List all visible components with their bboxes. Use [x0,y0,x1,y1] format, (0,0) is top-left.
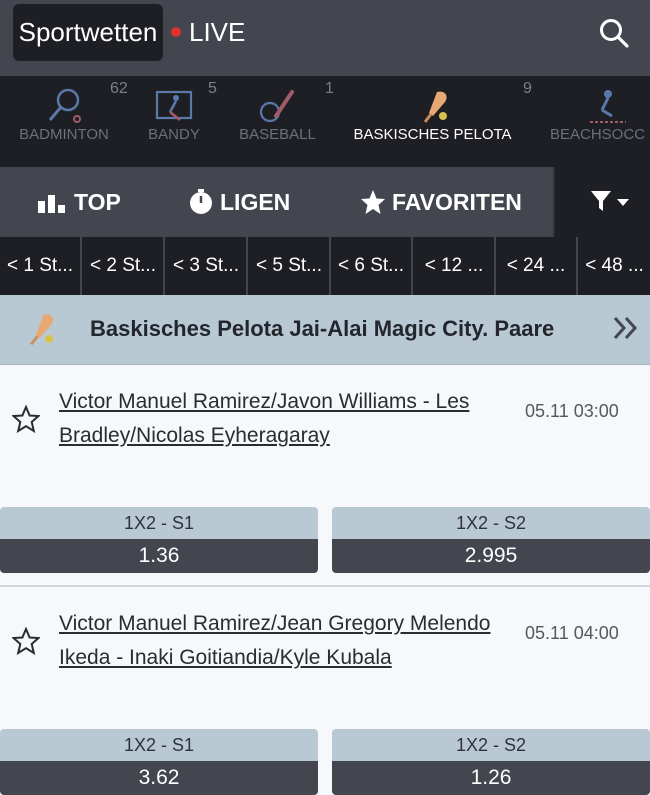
time-filter-2h[interactable]: < 2 St... [83,237,165,295]
odd-button-s1[interactable]: 1X2 - S1 1.36 [0,507,318,573]
event-card: Victor Manuel Ramirez/Jean Gregory Melen… [0,587,650,795]
odd-value: 1.36 [0,539,318,573]
chevron-down-icon [617,199,629,206]
stopwatch-icon [190,188,212,214]
bandy-icon [155,90,193,121]
event-teams-link[interactable]: Victor Manuel Ramirez/Jean Gregory Melen… [59,607,499,675]
time-filter-6h[interactable]: < 6 St... [331,237,413,295]
sport-item-beach-soccer[interactable]: BEACHSOCC [548,76,650,167]
pelota-icon [423,91,447,123]
time-filter-3h[interactable]: < 3 St... [166,237,248,295]
sport-label: BADMINTON [19,126,109,143]
time-filter-1h[interactable]: < 1 St... [0,237,82,295]
event-teams-link[interactable]: Victor Manuel Ramirez/Javon Williams - L… [59,385,499,453]
league-header[interactable]: Baskisches Pelota Jai-Alai Magic City. P… [0,295,650,365]
time-filter-bar: < 1 St... < 2 St... < 3 St... < 5 St... … [0,237,650,532]
live-label: LIVE [189,17,246,47]
sports-category-bar: 62 BADMINTON 5 BANDY 1 BASEBALL 9 BASKIS… [0,76,650,167]
odd-label: 1X2 - S2 [332,729,650,761]
sport-count: 1 [325,80,334,97]
tab-leagues[interactable]: LIGEN [188,167,290,237]
odd-button-s2[interactable]: 1X2 - S2 2.995 [332,507,650,573]
favorite-star-icon[interactable] [12,405,40,433]
tab-favorites[interactable]: FAVORITEN [360,167,522,237]
tab-label: LIGEN [220,189,291,215]
double-chevron-right-icon[interactable] [612,314,640,342]
odd-label: 1X2 - S1 [0,729,318,761]
sport-count: 5 [208,80,217,97]
event-card: Victor Manuel Ramirez/Javon Williams - L… [0,365,650,585]
sport-item-baskisches-pelota[interactable]: 9 BASKISCHES PELOTA [345,76,531,167]
live-button[interactable]: LIVE [171,4,245,61]
odd-value: 2.995 [332,539,650,573]
sport-item-baseball[interactable]: 1 BASEBALL [220,76,335,167]
sport-label: BASEBALL [239,126,316,143]
baseball-icon [259,90,294,123]
sport-label: BASKISCHES PELOTA [353,126,512,143]
tab-label: TOP [74,189,121,215]
sport-count: 62 [110,80,128,97]
time-filter-48h[interactable]: < 48 ... [579,237,650,295]
event-time: 05.11 03:00 [525,401,619,421]
odd-label: 1X2 - S2 [332,507,650,539]
sport-item-bandy[interactable]: 5 BANDY [128,76,220,167]
filter-button[interactable] [553,167,650,237]
odd-value: 3.62 [0,761,318,795]
star-icon [361,189,385,214]
sport-count: 9 [523,80,532,97]
sport-item-badminton[interactable]: 62 BADMINTON [0,76,128,167]
time-filter-12h[interactable]: < 12 ... [414,237,496,295]
pelota-icon [30,314,54,346]
league-title: Baskisches Pelota Jai-Alai Magic City. P… [90,316,555,341]
odd-value: 1.26 [332,761,650,795]
sport-label: BEACHSOCC [550,126,646,143]
badminton-icon [48,88,81,123]
odd-button-s1[interactable]: 1X2 - S1 3.62 [0,729,318,795]
view-tabs: TOP LIGEN FAVORITEN [0,167,650,237]
event-time: 05.11 04:00 [525,623,619,643]
favorite-star-icon[interactable] [12,627,40,655]
filter-icon [591,191,611,211]
time-filter-5h[interactable]: < 5 St... [249,237,331,295]
sportwetten-button[interactable]: Sportwetten [13,4,163,61]
search-icon[interactable] [598,17,630,49]
beach-soccer-icon [590,90,626,123]
time-filter-24h[interactable]: < 24 ... [496,237,578,295]
tab-top[interactable]: TOP [38,167,121,237]
app-header: Sportwetten LIVE [0,0,650,76]
sport-label: BANDY [148,126,200,143]
bar-chart-icon [38,194,65,213]
odd-button-s2[interactable]: 1X2 - S2 1.26 [332,729,650,795]
tab-label: FAVORITEN [392,189,522,215]
live-indicator-dot [171,27,181,38]
odd-label: 1X2 - S1 [0,507,318,539]
